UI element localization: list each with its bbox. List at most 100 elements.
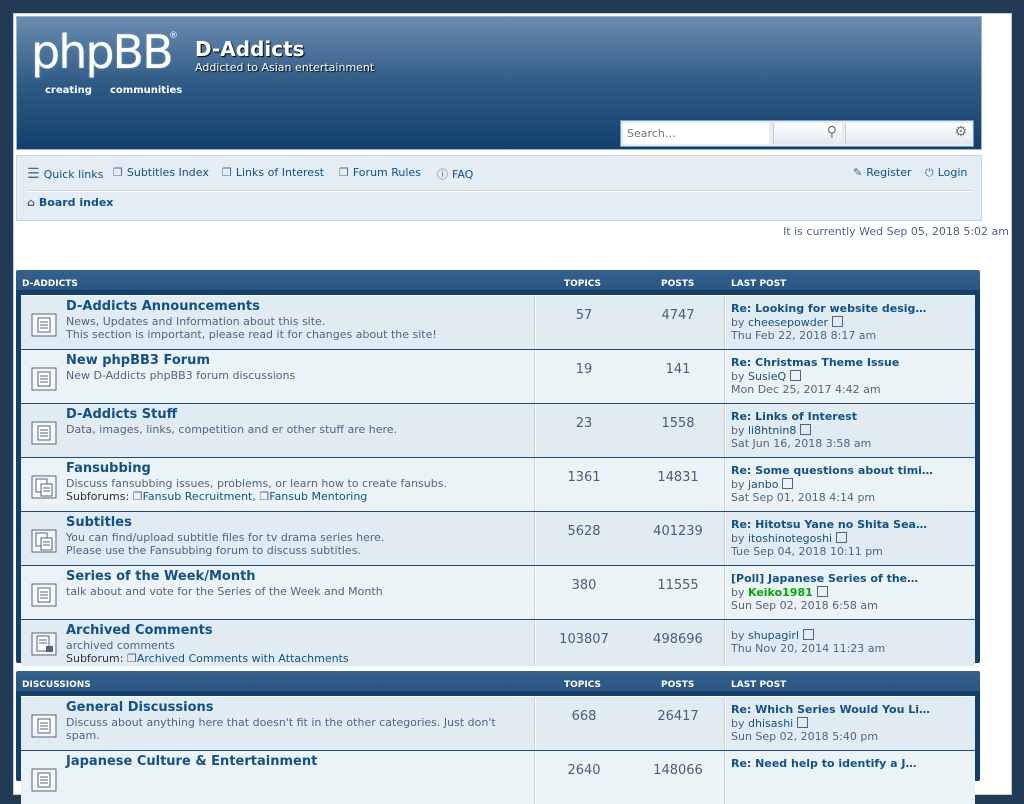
column-posts: POSTS xyxy=(661,680,695,690)
posts-count: 148066 xyxy=(653,763,703,778)
home-icon: ⌂ xyxy=(27,196,35,209)
last-post-user[interactable]: SusieQ xyxy=(748,370,786,383)
forum-description: Data, images, links, competition and er … xyxy=(66,423,398,436)
forum-desc-line: Discuss fansubbing issues, problems, or … xyxy=(66,477,447,490)
forum-row: Subtitles You can find/upload subtitle f… xyxy=(21,511,975,565)
category-discussions: DISCUSSIONS TOPICS POSTS LAST POST Gener… xyxy=(16,671,980,804)
last-post-user[interactable]: Keiko1981 xyxy=(748,586,813,599)
last-post-user[interactable]: cheesepowder xyxy=(748,316,828,329)
file-icon: ❐ xyxy=(259,490,270,503)
nav-register[interactable]: ✎ Register xyxy=(853,166,912,179)
last-post-date: Thu Feb 22, 2018 8:17 am xyxy=(731,329,877,342)
subforums-label: Subforums: xyxy=(66,490,130,503)
forum-title[interactable]: Subtitles xyxy=(66,515,132,530)
forum-subforum-icon xyxy=(31,475,57,499)
last-post-title[interactable]: Re: Need help to identify a J… xyxy=(731,757,917,770)
pencil-icon: ✎ xyxy=(853,166,863,179)
search-input[interactable] xyxy=(623,123,769,144)
posts-count: 141 xyxy=(665,362,691,377)
view-latest-post-icon[interactable] xyxy=(832,316,844,327)
forum-title[interactable]: Archived Comments xyxy=(66,623,213,638)
last-post-date: Sat Jun 16, 2018 3:58 am xyxy=(731,437,872,450)
last-post-user[interactable]: dhisashi xyxy=(748,717,793,730)
nav-subtitles-index[interactable]: ❐ Subtitles Index xyxy=(113,166,209,179)
forum-row: D-Addicts Stuff Data, images, links, com… xyxy=(21,403,975,457)
column-divider xyxy=(724,566,726,619)
advanced-search-button[interactable]: ⚙ xyxy=(845,123,972,144)
file-icon: ❐ xyxy=(339,166,349,179)
column-divider xyxy=(724,751,726,804)
forum-title[interactable]: Series of the Week/Month xyxy=(66,569,256,584)
file-icon: ❐ xyxy=(132,490,143,503)
forum-title[interactable]: Fansubbing xyxy=(66,461,151,476)
category-header: D-ADDICTS TOPICS POSTS LAST POST xyxy=(21,274,975,295)
forum-row: General Discussions Discuss about anythi… xyxy=(21,696,975,750)
last-post-title[interactable]: Re: Some questions about timi… xyxy=(731,464,933,477)
last-post-by: by xyxy=(731,424,745,437)
last-post-title[interactable]: Re: Hitotsu Yane no Shita Sea… xyxy=(731,518,927,531)
nav-login[interactable]: ⏻ Login xyxy=(925,166,967,180)
view-latest-post-icon[interactable] xyxy=(836,532,848,543)
column-divider xyxy=(724,697,726,750)
forum-read-icon xyxy=(31,768,57,792)
last-post: Re: Hitotsu Yane no Shita Sea… by itoshi… xyxy=(731,518,927,558)
category-header: DISCUSSIONS TOPICS POSTS LAST POST xyxy=(21,675,975,696)
nav-register-label: Register xyxy=(866,166,912,179)
forum-title[interactable]: D-Addicts Announcements xyxy=(66,299,260,314)
subforum-link[interactable]: Fansub Mentoring xyxy=(269,490,367,503)
nav-faq[interactable]: ⓘ FAQ xyxy=(437,166,473,182)
forum-read-icon xyxy=(31,421,57,445)
forum-title[interactable]: D-Addicts Stuff xyxy=(66,407,177,422)
logo-tagline-communities: communities xyxy=(110,85,183,96)
last-post-user[interactable]: janbo xyxy=(748,478,778,491)
posts-count: 11555 xyxy=(657,578,699,593)
file-icon: ❐ xyxy=(222,166,232,179)
nav-divider xyxy=(27,190,971,192)
menu-icon: ☰ xyxy=(27,166,40,182)
last-post-title[interactable]: Re: Links of Interest xyxy=(731,410,871,423)
last-post-user[interactable]: itoshinotegoshi xyxy=(748,532,832,545)
view-latest-post-icon[interactable] xyxy=(797,717,809,728)
subforum-link[interactable]: Archived Comments with Attachments xyxy=(137,652,349,665)
forum-locked-icon xyxy=(31,632,57,656)
forum-title[interactable]: General Discussions xyxy=(66,700,214,715)
last-post-title[interactable]: Re: Which Series Would You Li… xyxy=(731,703,930,716)
forum-title[interactable]: Japanese Culture & Entertainment xyxy=(66,754,317,769)
column-divider xyxy=(534,296,536,349)
last-post-date: Mon Dec 25, 2017 4:42 am xyxy=(731,383,881,396)
column-topics: TOPICS xyxy=(564,680,601,690)
view-latest-post-icon[interactable] xyxy=(790,370,802,381)
forum-description: Discuss fansubbing issues, problems, or … xyxy=(66,477,526,503)
navbar: ☰ Quick links ❐ Subtitles Index ❐ Links of … xyxy=(16,155,982,221)
last-post-by: by xyxy=(731,586,745,599)
last-post-user[interactable]: shupagirl xyxy=(748,629,799,642)
subforum-link[interactable]: Fansub Recruitment, xyxy=(143,490,256,503)
last-post-title[interactable]: Re: Christmas Theme Issue xyxy=(731,356,899,369)
category-title[interactable]: D-ADDICTS xyxy=(22,279,78,289)
last-post-title[interactable]: Re: Looking for website desig… xyxy=(731,302,926,315)
last-post-title[interactable]: [Poll] Japanese Series of the… xyxy=(731,572,918,585)
column-divider xyxy=(534,620,536,666)
forum-read-icon xyxy=(31,367,57,391)
forum-desc-line: News, Updates and Information about this… xyxy=(66,315,326,328)
nav-faq-label: FAQ xyxy=(452,168,474,181)
category-title[interactable]: DISCUSSIONS xyxy=(22,680,91,690)
view-latest-post-icon[interactable] xyxy=(800,424,812,435)
breadcrumb-board-index[interactable]: ⌂ Board index xyxy=(27,196,113,209)
nav-forum-rules[interactable]: ❐ Forum Rules xyxy=(339,166,421,179)
view-latest-post-icon[interactable] xyxy=(803,629,815,640)
topics-count: 2640 xyxy=(567,763,601,778)
nav-links-of-interest[interactable]: ❐ Links of Interest xyxy=(222,166,324,179)
search-button[interactable]: ⚲ xyxy=(773,123,842,144)
phpbb-logo[interactable]: phpBB ® creating communities xyxy=(31,25,182,96)
view-latest-post-icon[interactable] xyxy=(782,478,794,489)
forum-title[interactable]: New phpBB3 Forum xyxy=(66,353,210,368)
posts-count: 14831 xyxy=(657,470,699,485)
last-post-user[interactable]: li8htnin8 xyxy=(748,424,796,437)
view-latest-post-icon[interactable] xyxy=(816,586,828,597)
site-title[interactable]: D-Addicts xyxy=(195,37,305,61)
logo-registered-mark: ® xyxy=(169,31,178,41)
last-post-by: by xyxy=(731,316,745,329)
forum-description: Discuss about anything here that doesn't… xyxy=(66,716,526,742)
nav-quick-links[interactable]: ☰ Quick links xyxy=(27,166,103,182)
